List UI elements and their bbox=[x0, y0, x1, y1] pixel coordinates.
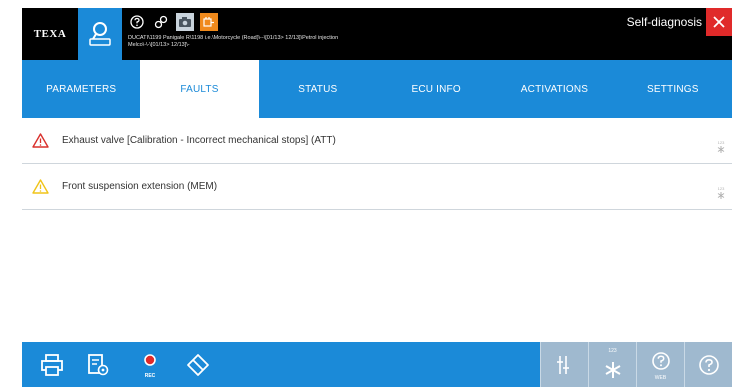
help-button[interactable] bbox=[128, 13, 146, 31]
fault-list: Exhaust valve [Calibration - Incorrect m… bbox=[22, 118, 732, 210]
bottom-toolbar: REC 123 WEB bbox=[22, 342, 732, 387]
adjust-button[interactable] bbox=[540, 342, 588, 387]
record-button[interactable]: REC bbox=[130, 342, 170, 387]
help-icon bbox=[698, 354, 719, 375]
print-icon bbox=[41, 353, 63, 376]
freeze-frame-button[interactable]: 123 bbox=[588, 342, 636, 387]
app-window: TEXA DUCATI\1199 Panigale R\1198 i.e.\Mo… bbox=[22, 8, 732, 387]
vehicle-select-button[interactable] bbox=[78, 8, 122, 60]
link-icon bbox=[154, 15, 168, 29]
tab-activations[interactable]: ACTIVATIONS bbox=[495, 60, 613, 118]
vehicle-path: DUCATI\1199 Panigale R\1198 i.e.\Motorcy… bbox=[128, 35, 338, 49]
report-settings-button[interactable] bbox=[78, 342, 118, 387]
vehicle-path-line1: DUCATI\1199 Panigale R\1198 i.e.\Motorcy… bbox=[128, 35, 339, 41]
close-icon bbox=[713, 16, 725, 28]
fault-row[interactable]: Front suspension extension (MEM) 123 bbox=[22, 164, 732, 210]
record-icon bbox=[144, 353, 156, 366]
top-bar: TEXA DUCATI\1199 Panigale R\1198 i.e.\Mo… bbox=[22, 8, 732, 60]
camera-button[interactable] bbox=[176, 13, 194, 31]
web-help-button[interactable]: WEB bbox=[636, 342, 684, 387]
tab-bar: PARAMETERS FAULTS STATUS ECU INFO ACTIVA… bbox=[22, 60, 732, 118]
tab-ecu-info[interactable]: ECU INFO bbox=[377, 60, 495, 118]
close-button[interactable] bbox=[706, 8, 732, 36]
link-button[interactable] bbox=[152, 13, 170, 31]
adjust-icon bbox=[556, 355, 569, 374]
tab-status[interactable]: STATUS bbox=[259, 60, 377, 118]
fault-text: Exhaust valve [Calibration - Incorrect m… bbox=[62, 135, 336, 146]
fault-text: Front suspension extension (MEM) bbox=[62, 181, 218, 192]
tab-label: SETTINGS bbox=[647, 83, 699, 95]
warning-yellow-icon bbox=[32, 179, 49, 194]
report-settings-icon bbox=[88, 353, 109, 375]
ecu-connect-icon bbox=[203, 17, 214, 27]
freeze-frame-icon bbox=[605, 361, 620, 378]
texa-logo: TEXA bbox=[22, 8, 78, 60]
print-button[interactable] bbox=[32, 342, 72, 387]
fault-row[interactable]: Exhaust valve [Calibration - Incorrect m… bbox=[22, 118, 732, 164]
ecu-connect-button[interactable] bbox=[200, 13, 218, 31]
freeze-frame-indicator-icon: 123 bbox=[718, 140, 725, 153]
web-help-icon bbox=[651, 351, 670, 370]
tab-parameters[interactable]: PARAMETERS bbox=[22, 60, 140, 118]
erase-icon bbox=[187, 353, 209, 376]
svg-text:123: 123 bbox=[718, 186, 725, 191]
top-icon-group bbox=[128, 12, 218, 32]
vehicle-path-line2: Melco\-\-\[01/13> 12/13]\- bbox=[128, 42, 190, 48]
code-label: 123 bbox=[608, 348, 617, 354]
tab-faults[interactable]: FAULTS bbox=[140, 60, 259, 118]
svg-text:123: 123 bbox=[718, 140, 725, 145]
tab-label: STATUS bbox=[298, 83, 338, 95]
erase-button[interactable] bbox=[178, 342, 218, 387]
tab-label: ACTIVATIONS bbox=[520, 83, 589, 95]
freeze-frame-indicator-icon: 123 bbox=[718, 186, 725, 199]
camera-icon bbox=[179, 17, 191, 27]
warning-red-icon bbox=[32, 133, 49, 148]
help-icon bbox=[130, 15, 144, 29]
help-button[interactable] bbox=[684, 342, 732, 387]
mode-label: Self-diagnosis bbox=[626, 15, 702, 29]
tab-label: FAULTS bbox=[180, 83, 219, 95]
logo-text: TEXA bbox=[33, 28, 67, 40]
web-label: WEB bbox=[654, 375, 667, 381]
rec-label: REC bbox=[144, 373, 156, 379]
tab-label: ECU INFO bbox=[411, 83, 461, 95]
tab-label: PARAMETERS bbox=[46, 83, 117, 95]
tab-settings[interactable]: SETTINGS bbox=[614, 60, 732, 118]
vehicle-select-icon bbox=[89, 22, 111, 46]
